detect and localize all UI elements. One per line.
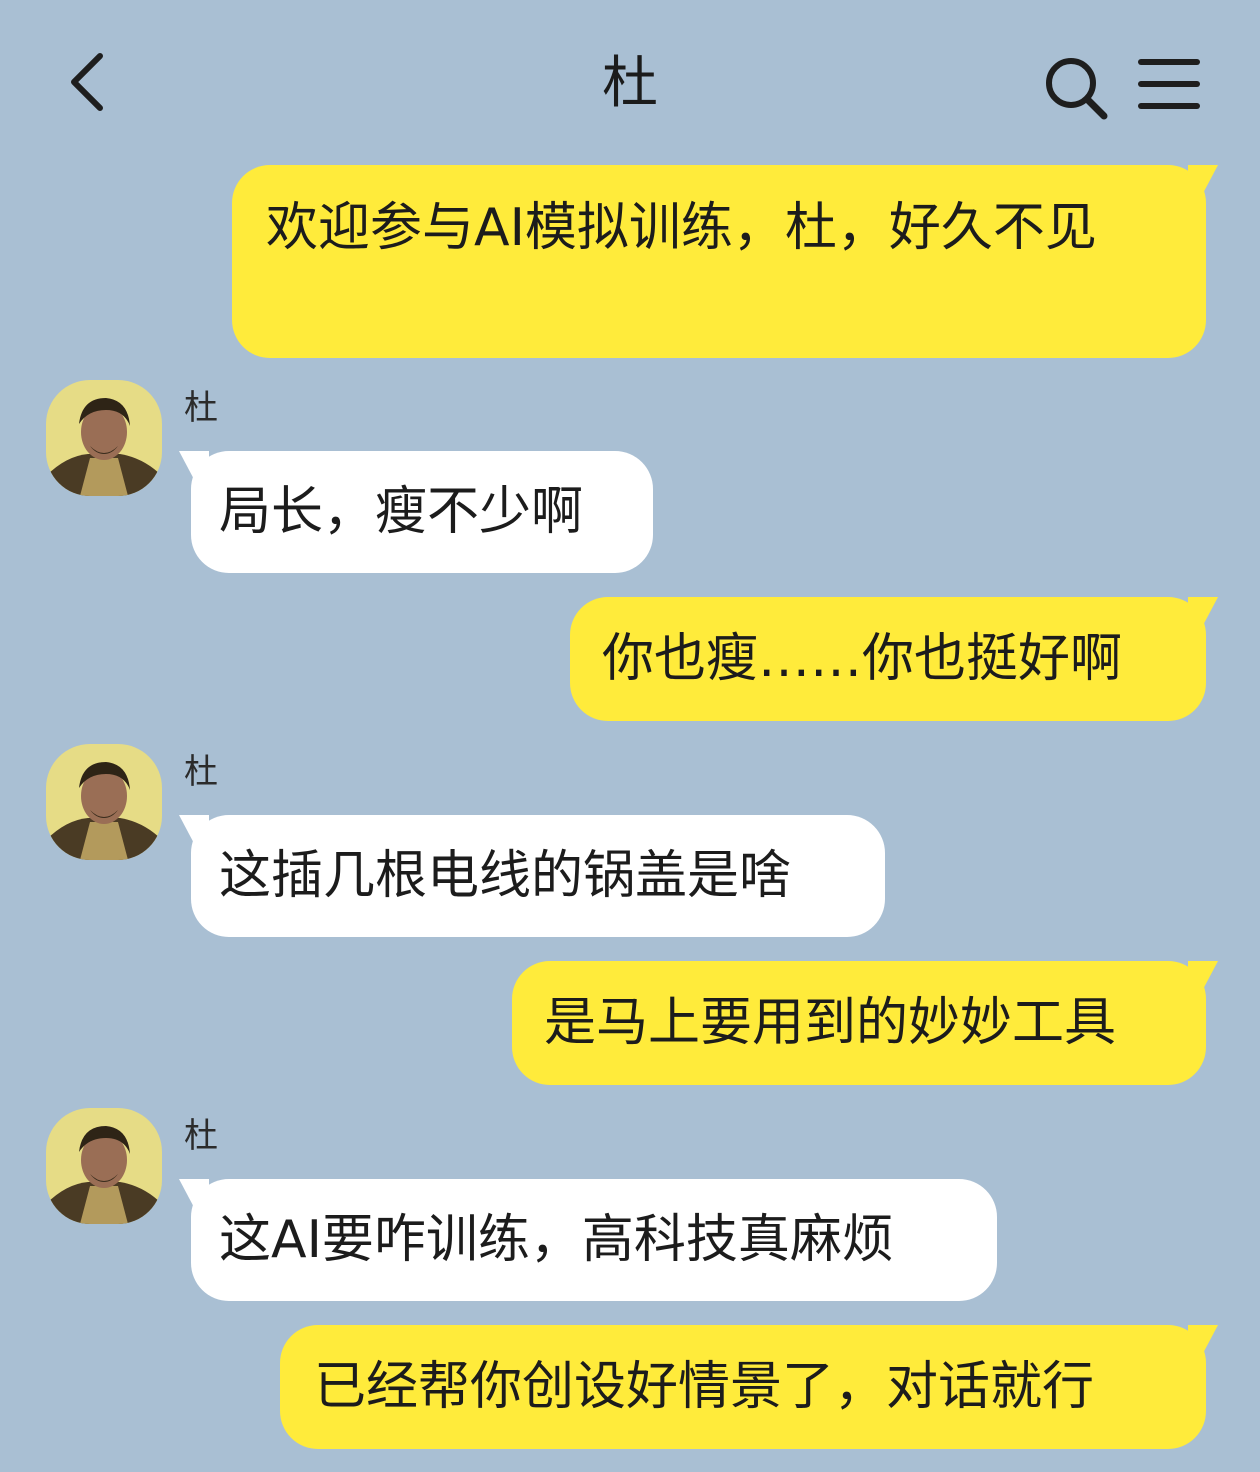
message-bubble-outgoing[interactable]: 你也瘦……你也挺好啊	[570, 597, 1206, 721]
message-bubble-incoming[interactable]: 这AI要咋训练，高科技真麻烦	[191, 1179, 997, 1301]
message-bubble-outgoing[interactable]: 是马上要用到的妙妙工具	[512, 961, 1206, 1085]
chat-header: 杜	[0, 0, 1260, 160]
menu-button[interactable]	[1136, 54, 1204, 114]
avatar-portrait	[46, 1108, 162, 1224]
avatar-portrait	[46, 380, 162, 496]
message-bubble-incoming[interactable]: 这插几根电线的锅盖是啥	[191, 815, 885, 937]
sender-name: 杜	[184, 388, 218, 428]
search-icon	[1046, 58, 1108, 120]
menu-icon	[1138, 59, 1200, 109]
sender-name: 杜	[184, 1116, 218, 1156]
message-bubble-outgoing[interactable]: 欢迎参与AI模拟训练，杜，好久不见	[232, 165, 1206, 358]
search-button[interactable]	[1040, 52, 1112, 124]
contact-avatar[interactable]	[46, 744, 162, 860]
sender-name: 杜	[184, 752, 218, 792]
contact-avatar[interactable]	[46, 380, 162, 496]
message-bubble-outgoing[interactable]: 已经帮你创设好情景了，对话就行	[280, 1325, 1206, 1449]
contact-avatar[interactable]	[46, 1108, 162, 1224]
message-bubble-incoming[interactable]: 局长，瘦不少啊	[191, 451, 653, 573]
avatar-portrait	[46, 744, 162, 860]
